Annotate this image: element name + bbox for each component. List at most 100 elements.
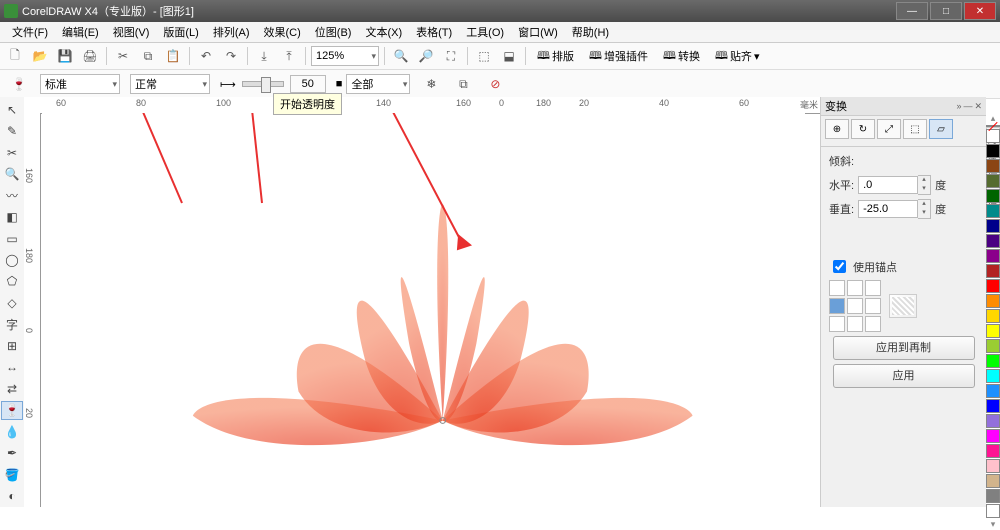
interactive-fill-tool[interactable]: ◐ [1, 486, 23, 505]
menu-effects[interactable]: 效果(C) [258, 22, 307, 42]
pick-tool[interactable]: ↖ [1, 100, 23, 119]
menu-edit[interactable]: 编辑(E) [56, 22, 105, 42]
convert-button[interactable]: 🕮 转换 [657, 46, 706, 66]
palette-scroll-up-icon[interactable]: ▴ [986, 113, 1000, 124]
freehand-tool[interactable]: 〰 [1, 186, 23, 205]
menu-tools[interactable]: 工具(O) [460, 22, 510, 42]
color-swatch[interactable] [986, 369, 1000, 383]
crop-tool[interactable]: ✂ [1, 143, 23, 162]
color-swatch[interactable] [986, 159, 1000, 173]
menu-help[interactable]: 帮助(H) [566, 22, 615, 42]
color-swatch[interactable] [986, 204, 1000, 218]
search-plus-icon[interactable]: 🔍 [390, 45, 412, 67]
position-tab[interactable]: ⊕ [825, 119, 849, 139]
color-swatch[interactable] [986, 384, 1000, 398]
copy-props-icon[interactable]: ⧉ [452, 73, 474, 95]
smart-fill-tool[interactable]: ◧ [1, 207, 23, 226]
color-swatch[interactable] [986, 339, 1000, 353]
toggle-b-icon[interactable]: ⬓ [498, 45, 520, 67]
close-button[interactable]: ✕ [964, 2, 996, 20]
toggle-a-icon[interactable]: ⬚ [473, 45, 495, 67]
dimension-tool[interactable]: ↔ [1, 358, 23, 377]
menu-text[interactable]: 文本(X) [359, 22, 408, 42]
apply-button[interactable]: 应用 [833, 364, 975, 388]
size-tab[interactable]: ⬚ [903, 119, 927, 139]
rotate-tab[interactable]: ↻ [851, 119, 875, 139]
preset-combo[interactable]: 标准 [40, 74, 120, 94]
eyedropper-tool[interactable]: 💧 [1, 422, 23, 441]
copy-icon[interactable]: ⧉ [137, 45, 159, 67]
docker-close-icon[interactable]: ✕ [974, 101, 982, 112]
transparency-tool-icon[interactable]: 🍷 [8, 73, 30, 95]
color-swatch[interactable] [986, 414, 1000, 428]
interactive-transparency-tool[interactable]: 🍷 [1, 401, 23, 420]
color-swatch[interactable] [986, 144, 1000, 158]
docker-minimize-icon[interactable]: — [963, 101, 972, 112]
color-swatch[interactable] [986, 309, 1000, 323]
menu-view[interactable]: 视图(V) [107, 22, 156, 42]
export-icon[interactable]: ⤒ [278, 45, 300, 67]
start-transparency-slider[interactable] [242, 81, 284, 87]
redo-icon[interactable]: ↷ [220, 45, 242, 67]
paste-icon[interactable]: 📋 [162, 45, 184, 67]
open-icon[interactable]: 📂 [29, 45, 51, 67]
color-swatch[interactable] [986, 189, 1000, 203]
ellipse-tool[interactable]: ◯ [1, 250, 23, 269]
color-swatch[interactable] [986, 249, 1000, 263]
menu-layout[interactable]: 版面(L) [157, 22, 204, 42]
palette-scroll-down-icon[interactable]: ▾ [986, 519, 1000, 530]
fit-icon[interactable]: ⛶ [440, 45, 462, 67]
horizontal-skew-input[interactable]: ▴▾ [858, 175, 931, 195]
color-swatch[interactable] [986, 264, 1000, 278]
anchor-grid[interactable] [829, 280, 881, 332]
color-swatch[interactable] [986, 429, 1000, 443]
rectangle-tool[interactable]: ▭ [1, 229, 23, 248]
start-transparency-value[interactable]: 50 [290, 75, 326, 93]
menu-file[interactable]: 文件(F) [6, 22, 54, 42]
mode-combo[interactable]: 正常 [130, 74, 210, 94]
vertical-skew-input[interactable]: ▴▾ [858, 199, 931, 219]
skew-tab[interactable]: ▱ [929, 119, 953, 139]
enhance-plugin-button[interactable]: 🕮 增强插件 [583, 46, 654, 66]
menu-bitmaps[interactable]: 位图(B) [309, 22, 358, 42]
color-swatch[interactable] [986, 219, 1000, 233]
import-icon[interactable]: ⤓ [253, 45, 275, 67]
apply-duplicate-button[interactable]: 应用到再制 [833, 336, 975, 360]
search-minus-icon[interactable]: 🔎 [415, 45, 437, 67]
color-swatch[interactable] [986, 354, 1000, 368]
text-tool[interactable]: 字 [1, 315, 23, 334]
color-swatch[interactable] [986, 474, 1000, 488]
undo-icon[interactable]: ↶ [195, 45, 217, 67]
no-fill-swatch[interactable] [986, 125, 1000, 127]
print-icon[interactable]: 🖨 [79, 45, 101, 67]
typeset-button[interactable]: 🕮 排版 [531, 46, 580, 66]
fill-tool[interactable]: 🪣 [1, 465, 23, 484]
scale-tab[interactable]: ⤢ [877, 119, 901, 139]
basic-shapes-tool[interactable]: ◇ [1, 293, 23, 312]
freeze-icon[interactable]: ❄ [420, 73, 442, 95]
color-swatch[interactable] [986, 174, 1000, 188]
color-swatch[interactable] [986, 459, 1000, 473]
color-swatch[interactable] [986, 489, 1000, 503]
snap-button[interactable]: 🕮 贴齐 ▾ [709, 46, 766, 66]
shape-tool[interactable]: ✎ [1, 121, 23, 140]
clear-icon[interactable]: ⊘ [484, 73, 506, 95]
color-swatch[interactable] [986, 129, 1000, 143]
connector-tool[interactable]: ⇄ [1, 379, 23, 398]
save-icon[interactable]: 💾 [54, 45, 76, 67]
zoom-tool[interactable]: 🔍 [1, 164, 23, 183]
color-swatch[interactable] [986, 234, 1000, 248]
fill-target-combo[interactable]: 全部 [346, 74, 410, 94]
canvas[interactable] [42, 113, 805, 507]
color-swatch[interactable] [986, 324, 1000, 338]
menu-arrange[interactable]: 排列(A) [207, 22, 256, 42]
zoom-combo[interactable]: 125% [311, 46, 379, 66]
menu-window[interactable]: 窗口(W) [512, 22, 564, 42]
color-swatch[interactable] [986, 279, 1000, 293]
cut-icon[interactable]: ✂ [112, 45, 134, 67]
color-swatch[interactable] [986, 399, 1000, 413]
polygon-tool[interactable]: ⬠ [1, 272, 23, 291]
new-icon[interactable]: 🗋 [4, 45, 26, 67]
use-anchor-checkbox[interactable] [833, 260, 846, 273]
color-swatch[interactable] [986, 504, 1000, 518]
